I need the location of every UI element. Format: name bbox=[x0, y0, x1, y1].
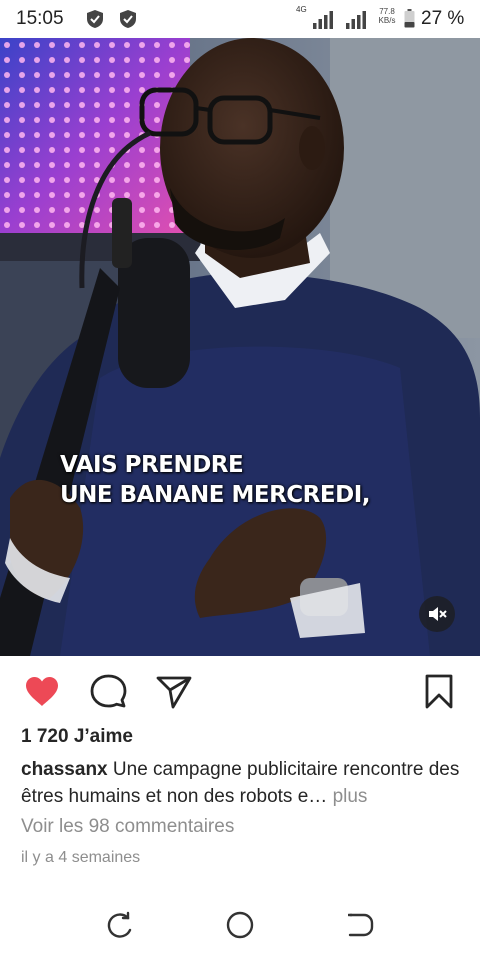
shield-check-icon bbox=[87, 10, 103, 28]
comment-button[interactable] bbox=[89, 673, 127, 711]
like-count[interactable]: 1 720 J’aime bbox=[21, 726, 133, 748]
status-bar: 15:05 4G 77.8 KB/s 27 % bbox=[0, 0, 480, 38]
status-time: 15:05 bbox=[16, 8, 64, 29]
post-actions bbox=[0, 664, 480, 716]
signal-icon bbox=[346, 11, 366, 29]
post-video[interactable]: VAIS PRENDRE UNE BANANE MERCREDI, bbox=[0, 38, 480, 656]
caption-line-2: UNE BANANE MERCREDI, bbox=[60, 482, 371, 508]
home-circle-icon bbox=[226, 911, 254, 939]
post-caption: chassanx Une campagne publicitaire renco… bbox=[21, 756, 471, 810]
video-caption: VAIS PRENDRE UNE BANANE MERCREDI, bbox=[60, 450, 371, 510]
caption-line-1: VAIS PRENDRE bbox=[60, 452, 244, 478]
speed-value: 77.8 bbox=[379, 7, 395, 16]
signal-icon bbox=[313, 11, 333, 29]
network-speed: 77.8 KB/s bbox=[375, 7, 399, 25]
network-type: 4G bbox=[296, 5, 307, 14]
post-username[interactable]: chassanx bbox=[21, 759, 108, 780]
comment-bubble-icon bbox=[90, 674, 127, 708]
back-button[interactable] bbox=[344, 909, 376, 941]
heart-icon bbox=[26, 677, 58, 706]
recent-apps-icon bbox=[107, 911, 132, 938]
shield-check-icon bbox=[120, 10, 136, 28]
paper-plane-icon bbox=[156, 676, 192, 709]
system-nav-bar bbox=[0, 900, 480, 960]
like-button[interactable] bbox=[23, 673, 61, 711]
home-button[interactable] bbox=[224, 909, 256, 941]
speaker-muted-icon bbox=[429, 607, 447, 621]
post-timestamp: il y a 4 semaines bbox=[21, 849, 141, 866]
more-link[interactable]: plus bbox=[327, 786, 368, 807]
back-icon bbox=[348, 913, 374, 937]
mute-button[interactable] bbox=[419, 596, 455, 632]
speed-unit: KB/s bbox=[378, 16, 396, 25]
save-button[interactable] bbox=[420, 673, 458, 711]
video-frame bbox=[0, 38, 480, 656]
view-comments-link[interactable]: Voir les 98 commentaires bbox=[21, 816, 234, 838]
battery-percent: 27 % bbox=[421, 8, 465, 29]
share-button[interactable] bbox=[155, 673, 193, 711]
bookmark-icon bbox=[425, 674, 453, 709]
battery-icon bbox=[404, 9, 415, 28]
recent-apps-button[interactable] bbox=[104, 909, 136, 941]
